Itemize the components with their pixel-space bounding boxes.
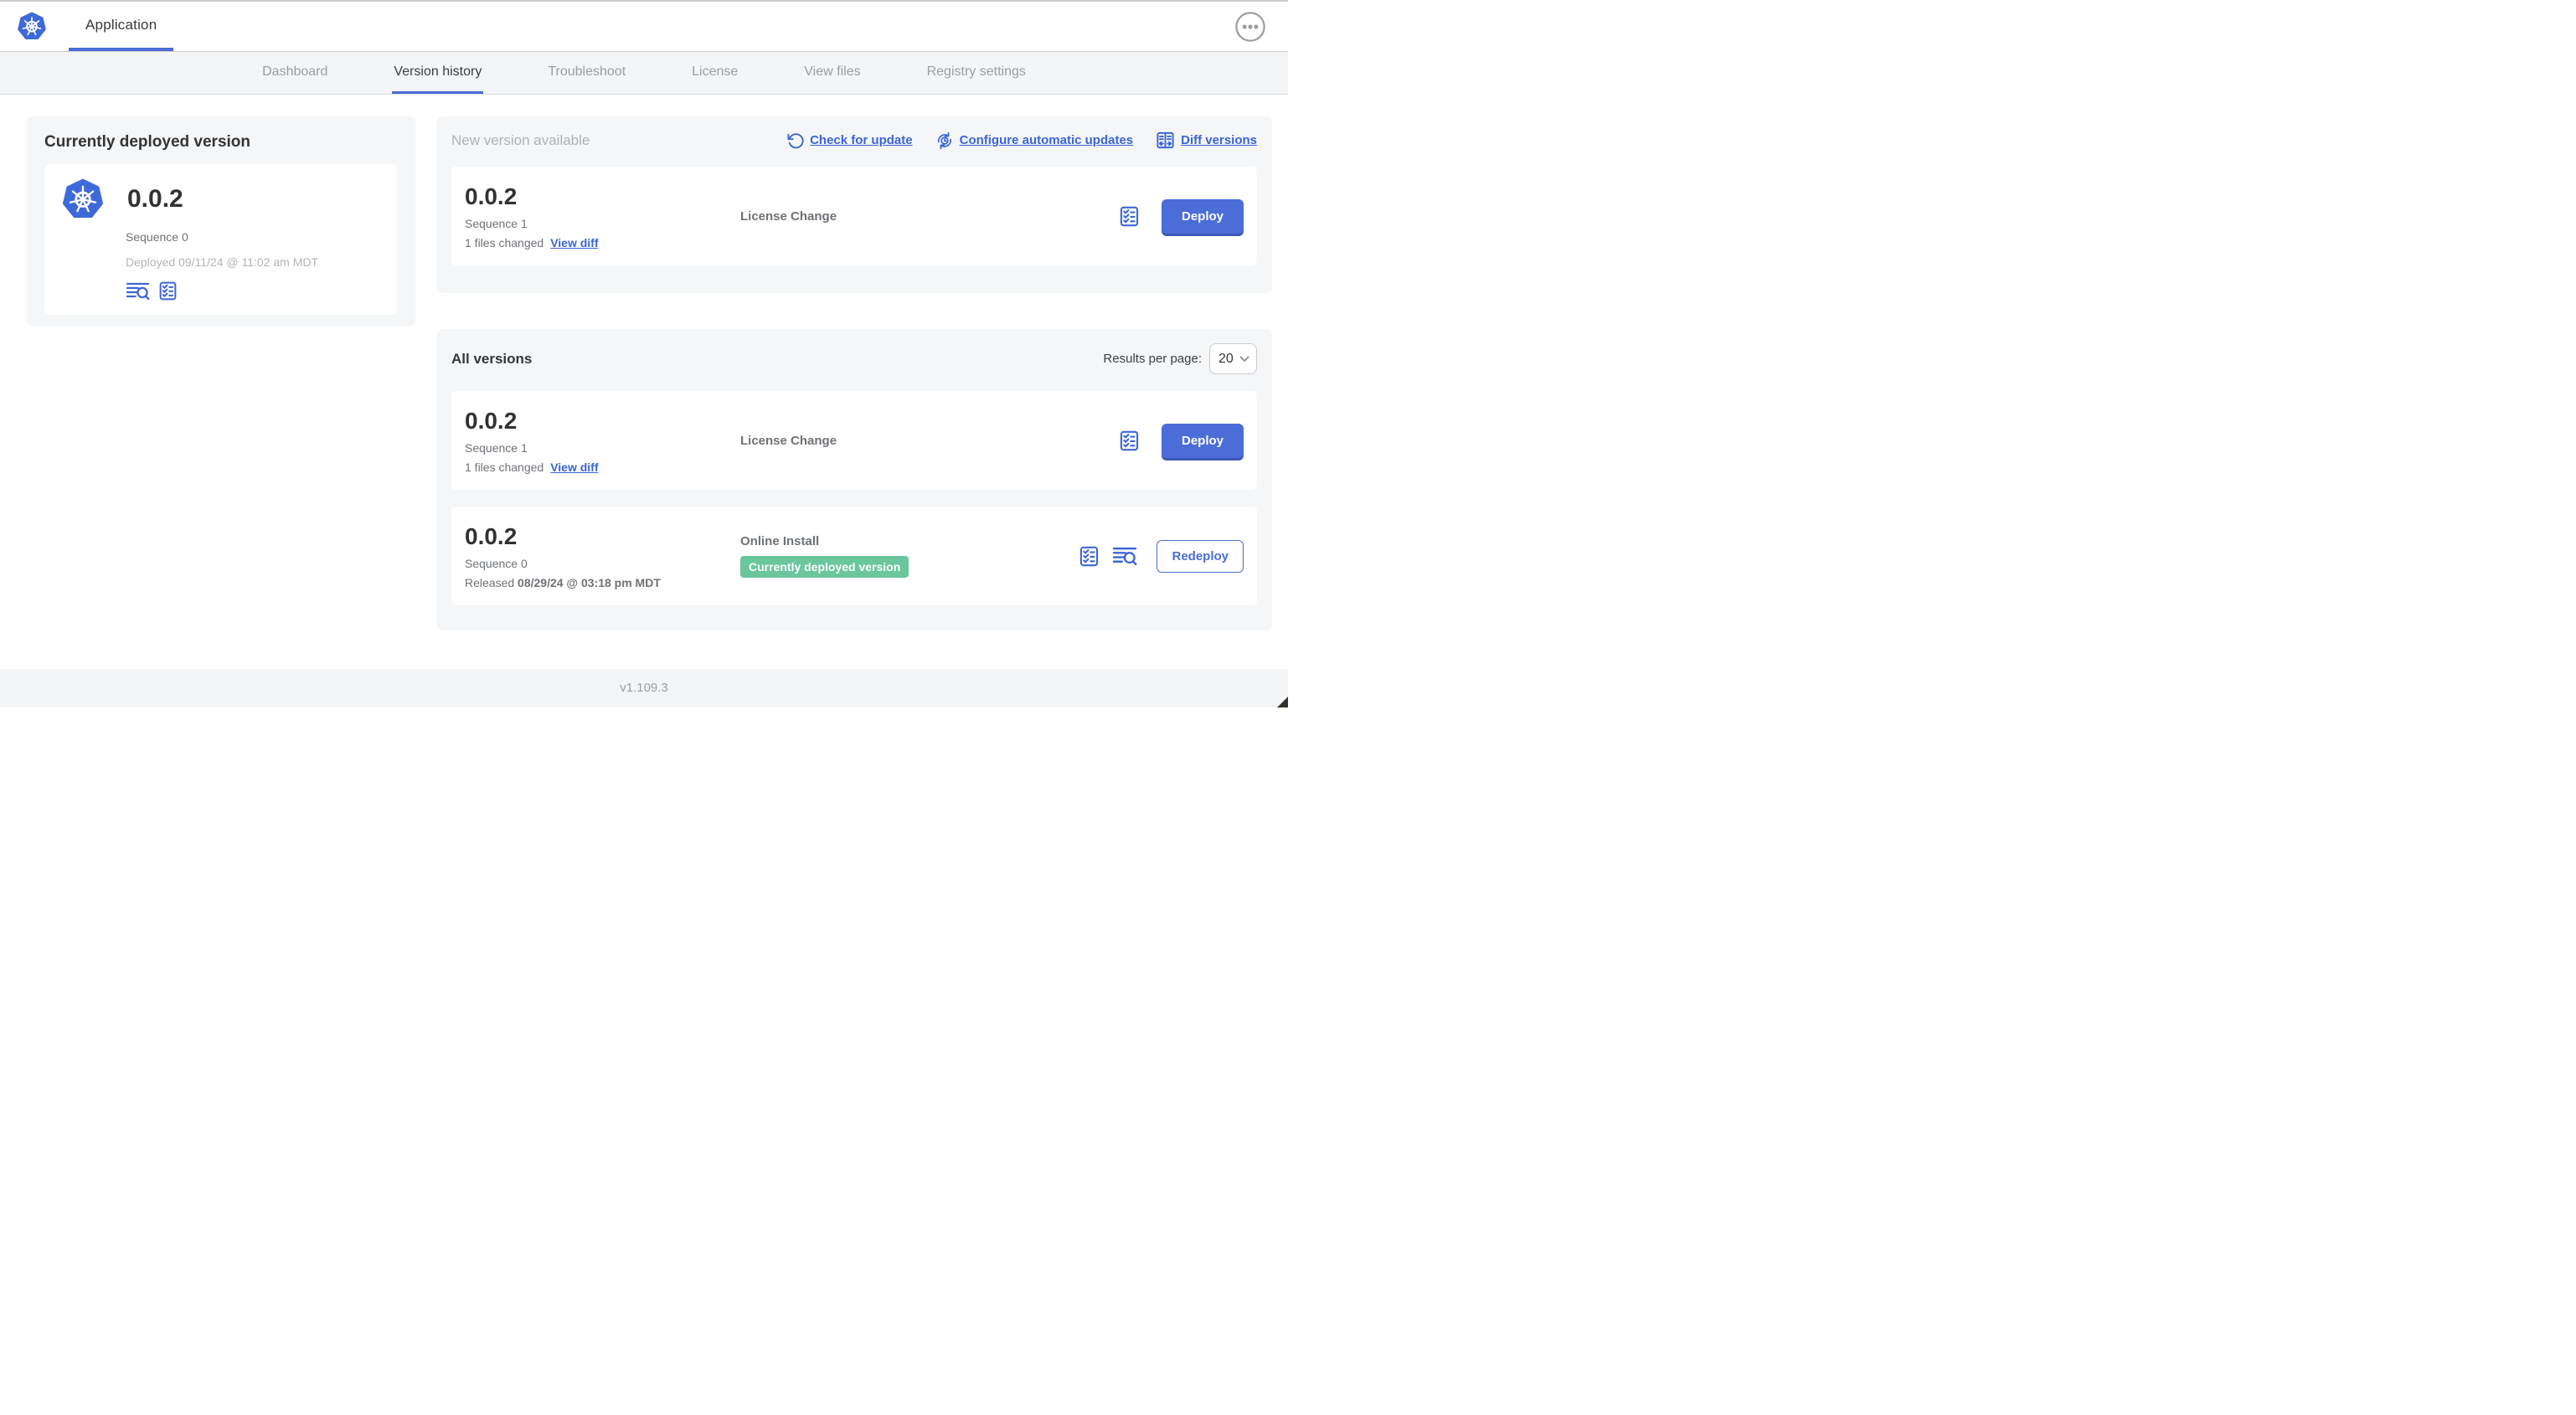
header-spacer (173, 2, 1234, 51)
app-tabbar: Dashboard Version history Troubleshoot L… (0, 52, 1288, 95)
tab-view-files[interactable]: View files (802, 52, 862, 94)
row-source-label: Online Install (740, 534, 820, 548)
refresh-icon (786, 131, 804, 150)
deploy-logs-icon[interactable] (126, 281, 150, 301)
app-logo (17, 2, 47, 51)
results-per-page-value: 20 (1218, 351, 1234, 366)
row-source-label: License Change (740, 433, 837, 448)
tab-license[interactable]: License (690, 52, 739, 94)
version-row: 0.0.2 Sequence 0 Released 08/29/24 @ 03:… (451, 507, 1257, 605)
app-footer: v1.109.3 (0, 669, 1288, 708)
all-versions-panel: All versions Results per page: 20 0.0.2 … (436, 329, 1272, 630)
check-for-update-link[interactable]: Check for update (786, 131, 913, 150)
row-files-changed: 1 files changed (465, 235, 544, 250)
redeploy-button[interactable]: Redeploy (1157, 539, 1244, 573)
right-column: New version available Check for update C… (436, 116, 1272, 630)
auto-update-clock-icon (935, 131, 954, 150)
tab-troubleshoot[interactable]: Troubleshoot (546, 52, 627, 94)
preflight-checklist-icon[interactable] (157, 280, 178, 301)
row-released-prefix: Released (465, 575, 515, 589)
currently-deployed-badge: Currently deployed version (740, 556, 909, 578)
all-versions-title: All versions (451, 350, 533, 367)
ellipsis-icon (1234, 11, 1266, 43)
tab-dashboard[interactable]: Dashboard (260, 52, 329, 94)
console-version: v1.109.3 (620, 681, 668, 695)
overflow-menu-button[interactable] (1234, 11, 1266, 43)
kubernetes-logo-icon (17, 12, 47, 41)
deploy-button[interactable]: Deploy (1161, 198, 1244, 234)
new-version-panel: New version available Check for update C… (436, 116, 1272, 293)
results-per-page: Results per page: 20 (1103, 343, 1257, 374)
chevron-down-icon (1239, 356, 1249, 363)
deploy-logs-icon[interactable] (1112, 546, 1138, 567)
mouse-cursor (1277, 697, 1288, 708)
preflight-checklist-icon[interactable] (1118, 430, 1141, 452)
row-sequence: Sequence 1 (465, 440, 528, 455)
configure-automatic-updates-link[interactable]: Configure automatic updates (935, 131, 1133, 150)
row-version-number: 0.0.2 (465, 407, 518, 434)
tab-registry-settings[interactable]: Registry settings (925, 52, 1028, 94)
diff-icon (1156, 131, 1175, 150)
view-diff-link[interactable]: View diff (550, 236, 598, 250)
row-files-changed: 1 files changed (465, 460, 544, 474)
deployed-sequence: Sequence 0 (126, 230, 188, 244)
deployed-version-number: 0.0.2 (127, 185, 183, 213)
app-title-tab[interactable]: Application (69, 2, 174, 51)
new-version-row: 0.0.2 Sequence 1 1 files changed View dif… (451, 167, 1257, 265)
main-content: Currently deployed version 0.0.2 Sequenc… (0, 95, 1288, 630)
deployed-timestamp: Deployed 09/11/24 @ 11:02 am MDT (126, 255, 319, 269)
currently-deployed-card: 0.0.2 Sequence 0 Deployed 09/11/24 @ 11:… (44, 164, 398, 315)
version-row: 0.0.2 Sequence 1 1 files changed View dif… (451, 391, 1257, 490)
preflight-checklist-icon[interactable] (1118, 205, 1141, 228)
row-sequence: Sequence 1 (465, 216, 528, 230)
row-released-date: 08/29/24 @ 03:18 pm MDT (518, 575, 661, 589)
app-version-logo-icon (61, 178, 105, 220)
row-version-number: 0.0.2 (465, 522, 518, 549)
currently-deployed-panel: Currently deployed version 0.0.2 Sequenc… (27, 116, 415, 327)
results-per-page-label: Results per page: (1103, 352, 1202, 366)
diff-versions-link[interactable]: Diff versions (1156, 131, 1257, 150)
results-per-page-select[interactable]: 20 (1209, 343, 1257, 374)
preflight-checklist-icon[interactable] (1078, 545, 1100, 568)
admin-console-app: Application Dashboard Version history Tr… (0, 0, 1288, 708)
tab-version-history[interactable]: Version history (392, 52, 484, 94)
currently-deployed-title: Currently deployed version (44, 133, 251, 151)
app-title: Application (85, 16, 157, 33)
new-version-title: New version available (451, 131, 590, 148)
app-header: Application (0, 0, 1288, 52)
row-sequence: Sequence 0 (465, 556, 528, 570)
deploy-button[interactable]: Deploy (1161, 423, 1244, 458)
row-source-label: License Change (740, 208, 837, 224)
row-version-number: 0.0.2 (465, 183, 518, 209)
view-diff-link[interactable]: View diff (550, 461, 598, 474)
new-version-actions: Check for update Configure automatic upd… (786, 131, 1257, 150)
